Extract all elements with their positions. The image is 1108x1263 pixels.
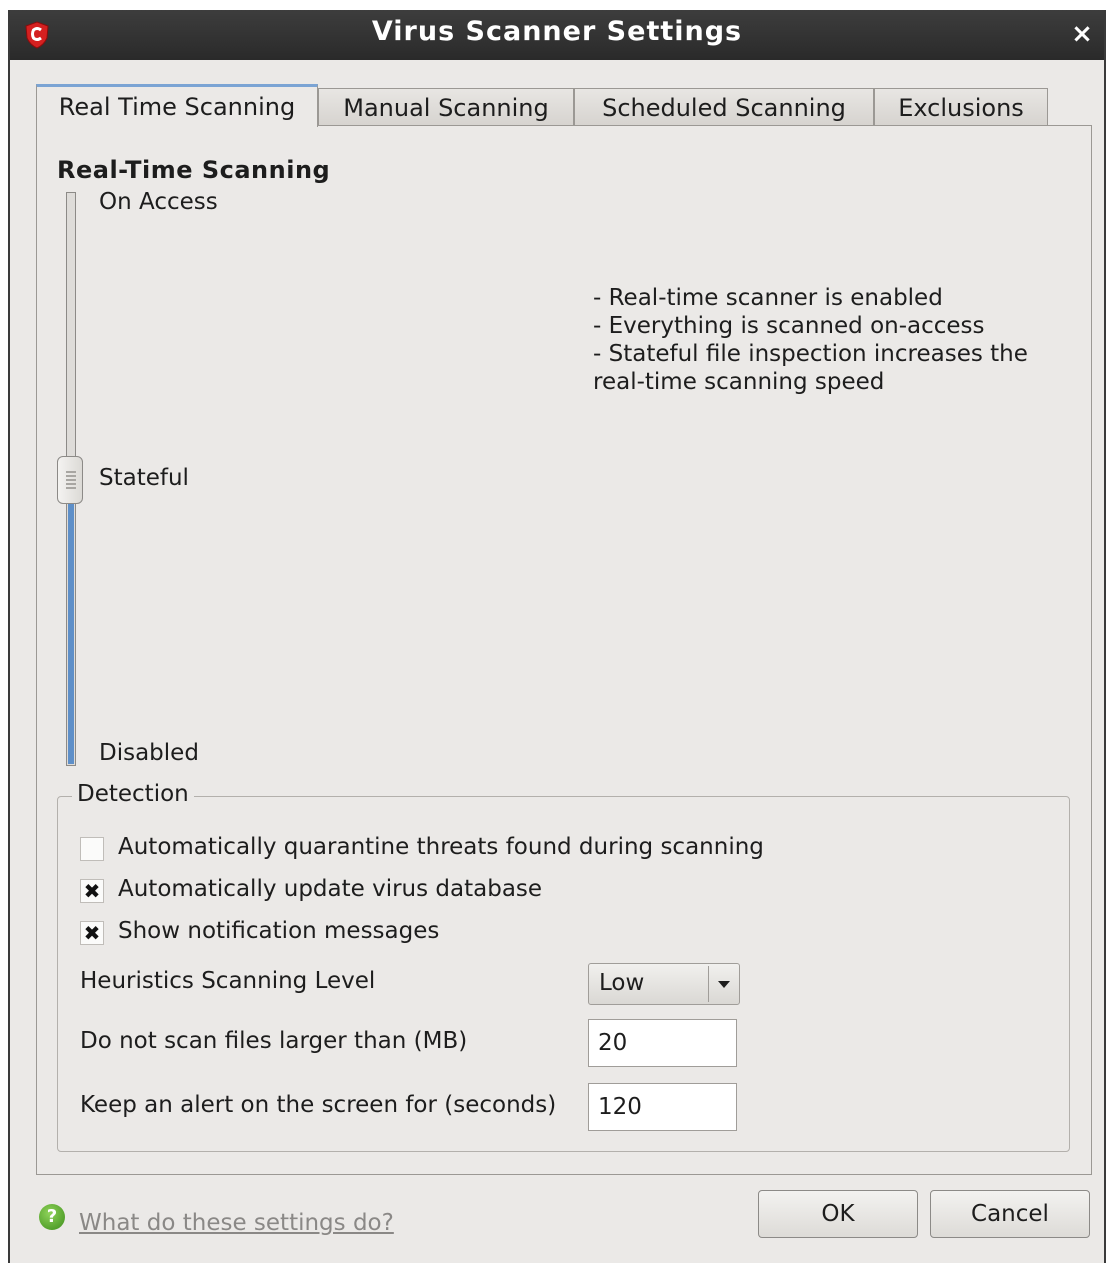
detection-group: Detection Automatically quarantine threa… [57, 781, 1070, 1152]
level-description: - Real-time scanner is enabled - Everyth… [593, 284, 1073, 396]
description-line: - Real-time scanner is enabled [593, 285, 943, 311]
tab-exclusions[interactable]: Exclusions [874, 88, 1048, 126]
help-icon[interactable]: ? [39, 1204, 65, 1230]
select-divider [708, 966, 709, 1002]
description-line: real-time scanning speed [593, 369, 885, 395]
alert-duration-label: Keep an alert on the screen for (seconds… [80, 1092, 557, 1118]
notifications-checkbox[interactable]: ✖ [80, 921, 104, 945]
alert-duration-input[interactable] [588, 1083, 737, 1131]
tab-scheduled-scanning[interactable]: Scheduled Scanning [574, 88, 874, 126]
update-database-label: Automatically update virus database [118, 876, 543, 902]
tab-manual-scanning[interactable]: Manual Scanning [318, 88, 574, 126]
settings-dialog: Virus Scanner Settings × Real Time Scann… [8, 10, 1106, 1263]
chevron-down-icon [718, 981, 730, 988]
notifications-label: Show notification messages [118, 918, 440, 944]
max-size-input[interactable] [588, 1019, 737, 1067]
window-title: Virus Scanner Settings [371, 16, 743, 47]
max-size-label: Do not scan files larger than (MB) [80, 1028, 468, 1054]
slider-fill [68, 496, 74, 764]
heuristics-select[interactable]: Low [588, 963, 740, 1005]
tab-real-time-scanning[interactable]: Real Time Scanning [36, 84, 318, 127]
help-link[interactable]: What do these settings do? [79, 1210, 394, 1236]
title-bar[interactable]: Virus Scanner Settings × [10, 10, 1104, 60]
heuristics-value: Low [599, 970, 645, 996]
tab-panel: Real-Time Scanning On Access Stateful Di… [36, 125, 1092, 1175]
level-disabled: Disabled [99, 740, 199, 766]
close-button[interactable]: × [1068, 20, 1096, 48]
description-line: - Stateful file inspection increases the [593, 341, 1028, 367]
heuristics-label: Heuristics Scanning Level [80, 968, 376, 994]
quarantine-label: Automatically quarantine threats found d… [118, 834, 764, 860]
level-on-access: On Access [99, 189, 218, 215]
grip-icon [66, 471, 76, 491]
cancel-button[interactable]: Cancel [930, 1190, 1090, 1238]
update-database-checkbox[interactable]: ✖ [80, 879, 104, 903]
quarantine-checkbox[interactable] [80, 837, 104, 861]
section-title: Real-Time Scanning [57, 156, 331, 184]
description-line: - Everything is scanned on-access [593, 313, 985, 339]
level-stateful: Stateful [99, 465, 189, 491]
ok-button[interactable]: OK [758, 1190, 918, 1238]
detection-label: Detection [72, 781, 194, 807]
slider-handle[interactable] [57, 456, 83, 504]
